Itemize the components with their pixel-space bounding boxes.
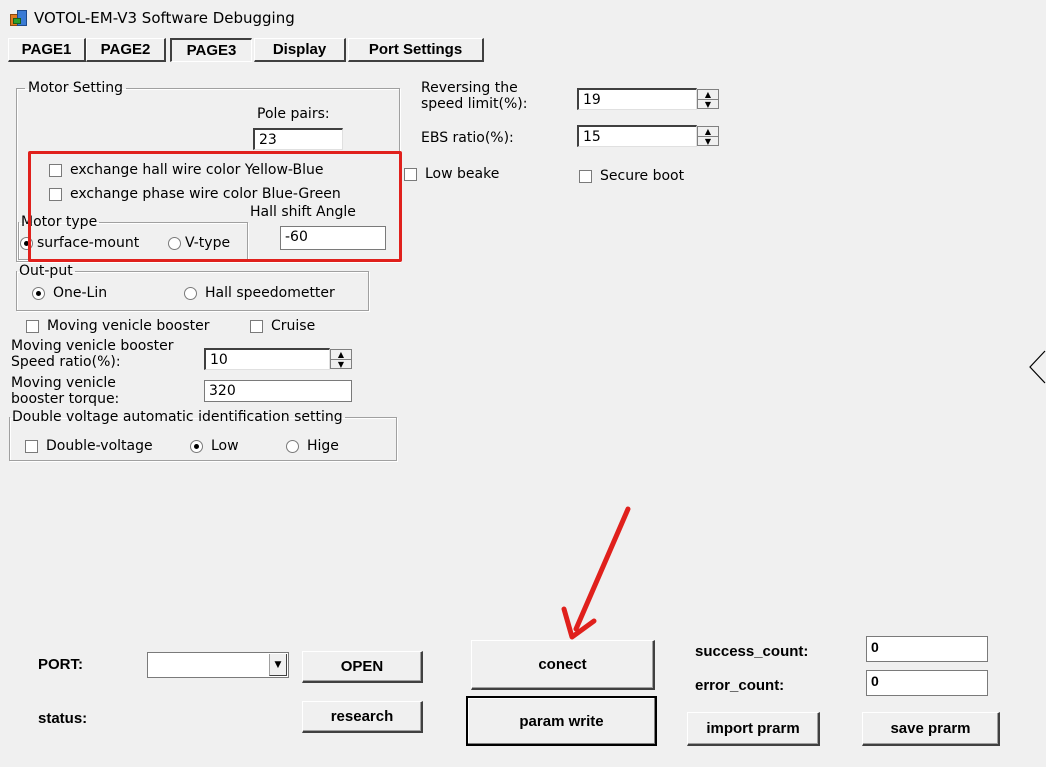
double-voltage-label: Double-voltage [46, 438, 153, 454]
hall-speedometer-label: Hall speedometter [205, 285, 335, 301]
status-label: status: [38, 710, 88, 727]
port-select[interactable]: ▼ [147, 652, 289, 678]
reversing-spinner[interactable]: ▲ ▼ [697, 89, 719, 109]
spin-down-icon[interactable]: ▼ [698, 137, 718, 146]
title-bar: VOTOL-EM-V3 Software Debugging [10, 6, 295, 30]
tab-page3[interactable]: PAGE3 [170, 38, 252, 62]
app-icon [10, 10, 28, 26]
port-label: PORT: [38, 656, 83, 673]
spin-up-icon[interactable]: ▲ [698, 90, 718, 100]
high-label: Hige [307, 438, 339, 454]
hall-speedometer-radio-row[interactable]: Hall speedometter [184, 285, 335, 301]
moving-booster-label: Moving venicle booster [47, 318, 210, 334]
research-button[interactable]: research [302, 701, 423, 733]
spin-up-icon[interactable]: ▲ [698, 127, 718, 137]
import-param-button[interactable]: import prarm [687, 712, 820, 746]
window-title: VOTOL-EM-V3 Software Debugging [34, 9, 295, 27]
speed-ratio-spinner[interactable]: ▲ ▼ [330, 349, 352, 369]
torque-label-line2: booster torque: [11, 391, 120, 407]
tab-port-settings[interactable]: Port Settings [348, 38, 484, 62]
one-lin-label: One-Lin [53, 285, 108, 301]
one-lin-radio[interactable] [32, 286, 45, 300]
double-voltage-checkbox-row[interactable]: Double-voltage [25, 438, 153, 454]
torque-label: Moving venicle booster torque: [11, 375, 119, 407]
reversing-label-line1: Reversing the [421, 80, 518, 96]
motor-setting-legend: Motor Setting [28, 80, 124, 96]
speed-ratio-label-line1: Moving venicle booster [11, 338, 174, 354]
cruise-label: Cruise [271, 318, 316, 334]
error-count-label: error_count: [695, 677, 785, 694]
cruise-checkbox-row[interactable]: Cruise [250, 318, 315, 334]
reversing-input[interactable]: 19 [577, 88, 697, 110]
moving-booster-checkbox[interactable] [26, 319, 39, 333]
save-param-button[interactable]: save prarm [862, 712, 1000, 746]
chevron-left-icon[interactable] [1028, 350, 1046, 384]
connect-button[interactable]: conect [471, 640, 655, 690]
tab-page2[interactable]: PAGE2 [86, 38, 166, 62]
one-lin-radio-row[interactable]: One-Lin [32, 285, 107, 301]
red-arrow-icon [561, 506, 631, 640]
hall-speedometer-radio[interactable] [184, 286, 197, 300]
cruise-checkbox[interactable] [250, 319, 263, 333]
pole-pairs-label: Pole pairs: [257, 106, 330, 122]
low-beake-checkbox-row[interactable]: Low beake [404, 166, 499, 182]
secure-boot-checkbox[interactable] [579, 169, 592, 183]
secure-boot-checkbox-row[interactable]: Secure boot [579, 168, 684, 184]
reversing-label-line2: speed limit(%): [421, 96, 528, 112]
ebs-input[interactable]: 15 [577, 125, 697, 147]
ebs-spinner[interactable]: ▲ ▼ [697, 126, 719, 146]
low-beake-checkbox[interactable] [404, 167, 417, 181]
double-voltage-checkbox[interactable] [25, 439, 38, 453]
success-count-label: success_count: [695, 643, 809, 660]
low-label: Low [211, 438, 239, 454]
low-radio-row[interactable]: Low [190, 438, 239, 454]
torque-input[interactable]: 320 [204, 380, 352, 402]
torque-label-line1: Moving venicle [11, 375, 116, 391]
error-count-field[interactable]: 0 [866, 670, 988, 696]
low-radio[interactable] [190, 439, 203, 453]
speed-ratio-label-line2: Speed ratio(%): [11, 354, 121, 370]
spin-down-icon[interactable]: ▼ [698, 100, 718, 109]
ebs-label: EBS ratio(%): [421, 130, 514, 146]
spin-down-icon[interactable]: ▼ [331, 360, 351, 369]
pole-pairs-input[interactable]: 23 [253, 128, 343, 150]
open-button[interactable]: OPEN [302, 651, 423, 683]
highlight-box [28, 151, 402, 262]
double-voltage-legend: Double voltage automatic identification … [12, 409, 343, 425]
dropdown-arrow-icon[interactable]: ▼ [269, 654, 287, 676]
output-legend: Out-put [19, 263, 73, 279]
speed-ratio-label: Moving venicle booster Speed ratio(%): [11, 338, 174, 370]
high-radio-row[interactable]: Hige [286, 438, 339, 454]
speed-ratio-input[interactable]: 10 [204, 348, 330, 370]
tab-display[interactable]: Display [254, 38, 346, 62]
low-beake-label: Low beake [425, 166, 500, 182]
tab-page1[interactable]: PAGE1 [8, 38, 86, 62]
high-radio[interactable] [286, 439, 299, 453]
success-count-field[interactable]: 0 [866, 636, 988, 662]
spin-up-icon[interactable]: ▲ [331, 350, 351, 360]
reversing-label: Reversing the speed limit(%): [421, 80, 527, 112]
moving-booster-checkbox-row[interactable]: Moving venicle booster [26, 318, 210, 334]
param-write-button[interactable]: param write [466, 696, 657, 746]
secure-boot-label: Secure boot [600, 168, 685, 184]
